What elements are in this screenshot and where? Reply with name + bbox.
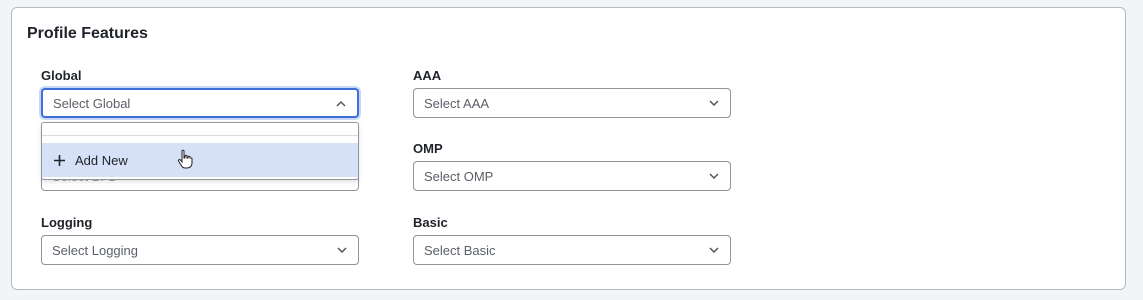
omp-label: OMP [413, 141, 443, 156]
basic-label: Basic [413, 215, 448, 230]
logging-select-value: Select Logging [52, 242, 139, 258]
basic-select[interactable]: Select Basic [413, 235, 731, 265]
dropdown-search-row[interactable] [42, 123, 358, 136]
hand-pointer-icon [177, 149, 193, 169]
chevron-down-icon [709, 173, 719, 179]
aaa-label: AAA [413, 68, 442, 83]
add-new-label: Add New [75, 152, 128, 168]
aaa-select[interactable]: Select AAA [413, 88, 731, 118]
plus-icon [54, 154, 65, 166]
omp-select[interactable]: Select OMP [413, 161, 731, 191]
logging-select[interactable]: Select Logging [41, 235, 359, 265]
basic-select-value: Select Basic [424, 242, 496, 258]
chevron-up-icon [336, 101, 346, 107]
logging-label: Logging [41, 215, 93, 230]
omp-select-value: Select OMP [424, 168, 494, 184]
add-new-option[interactable]: Add New [42, 143, 358, 177]
global-select[interactable]: Select Global [41, 88, 359, 118]
aaa-select-value: Select AAA [424, 95, 490, 111]
chevron-down-icon [709, 247, 719, 253]
chevron-down-icon [709, 100, 719, 106]
global-dropdown-menu: Add New [41, 122, 359, 180]
chevron-down-icon [337, 247, 347, 253]
panel-title: Profile Features [27, 25, 148, 42]
global-label: Global [41, 68, 82, 83]
global-select-value: Select Global [53, 95, 131, 111]
